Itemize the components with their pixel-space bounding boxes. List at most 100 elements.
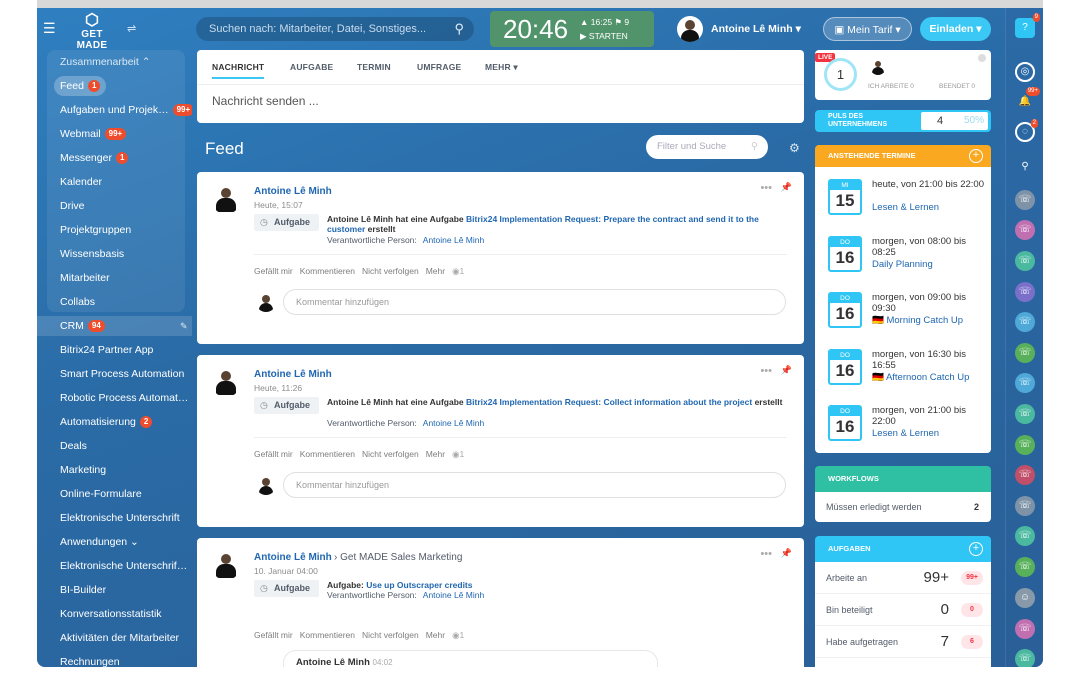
sidebar-item[interactable]: Webmail 99+ xyxy=(60,124,127,144)
tarif-button[interactable]: ▣ Mein Tarif ▾ xyxy=(823,17,912,41)
responsible-name[interactable]: Antoine Lê Minh xyxy=(423,418,484,428)
tasks-row[interactable]: Arbeite an 99+ 99+ xyxy=(815,562,991,594)
sidebar-item[interactable]: Marketing xyxy=(60,460,106,480)
contact-avatar[interactable]: ☏ xyxy=(1015,404,1035,424)
start-button[interactable]: ▶ STARTEN xyxy=(580,31,628,42)
sidebar-item[interactable]: Collabs xyxy=(60,292,95,312)
comment-link[interactable]: Kommentieren xyxy=(300,266,355,276)
filter-search-input[interactable]: Filter und Suche ⚲ xyxy=(646,135,768,159)
contact-avatar[interactable]: ☏ xyxy=(1015,343,1035,363)
task-link[interactable]: Bitrix24 Implementation Request: Collect… xyxy=(466,397,752,407)
sidebar-item[interactable]: Kalender xyxy=(60,172,102,192)
logo[interactable]: ⬡ GET MADE xyxy=(67,13,117,52)
more-link[interactable]: Mehr xyxy=(426,266,445,276)
more-icon[interactable]: ••• xyxy=(760,182,772,194)
contact-avatar[interactable]: ☏ xyxy=(1015,190,1035,210)
sidebar-item[interactable]: Deals xyxy=(60,436,87,456)
chat-icon[interactable]: ◌ 2 xyxy=(1015,119,1038,142)
worktime-clock[interactable]: 20:46 ▲ 16:25 ⚑ 9 ▶ STARTEN xyxy=(490,11,654,47)
more-icon[interactable]: ••• xyxy=(760,548,772,560)
event-title[interactable]: Daily Planning xyxy=(872,259,933,270)
event-title[interactable]: Lesen & Lernen xyxy=(872,428,939,439)
sidebar-item[interactable]: Drive xyxy=(60,196,85,216)
sidebar-item[interactable]: Aufgaben und Projek… 99+ xyxy=(60,100,192,120)
sidebar-item[interactable]: Projektgruppen xyxy=(60,220,131,240)
responsible-name[interactable]: Antoine Lê Minh xyxy=(423,235,484,245)
event-item[interactable]: DO 16 morgen, von 08:00 bis 08:25 Daily Pla… xyxy=(815,234,991,290)
sidebar-item[interactable]: Smart Process Automation xyxy=(60,364,184,384)
add-task-icon[interactable]: + xyxy=(969,542,983,556)
event-item[interactable]: MI 15 heute, von 21:00 bis 22:00 Lesen & Le… xyxy=(815,177,991,233)
contact-avatar[interactable]: ☏ xyxy=(1015,435,1035,455)
event-title[interactable]: 🇩🇪 Afternoon Catch Up xyxy=(872,372,969,383)
tab-nachricht[interactable]: NACHRICHT xyxy=(212,62,265,79)
event-item[interactable]: DO 16 morgen, von 21:00 bis 22:00 Lesen & L… xyxy=(815,403,991,459)
unfollow-link[interactable]: Nicht verfolgen xyxy=(362,266,419,276)
contact-avatar[interactable]: ☏ xyxy=(1015,557,1035,577)
workflows-row[interactable]: Müssen erledigt werden 2 xyxy=(815,492,991,522)
message-input[interactable]: Nachricht senden ... xyxy=(212,94,319,108)
sidebar-group-header[interactable]: Zusammenarbeit ⌃ xyxy=(60,52,151,72)
like-link[interactable]: Gefällt mir xyxy=(254,449,293,459)
author-avatar[interactable] xyxy=(211,184,241,214)
pin-icon[interactable]: 📌 xyxy=(781,548,792,559)
bell-icon[interactable]: 🔔 99+ xyxy=(1015,87,1040,112)
sidebar-item[interactable]: Feed 1 xyxy=(54,76,107,96)
sidebar-item[interactable]: Automatisierung 2 xyxy=(60,412,153,432)
comment-input[interactable]: Kommentar hinzufügen xyxy=(283,289,786,315)
contact-avatar[interactable]: ☏ xyxy=(1015,373,1035,393)
event-item[interactable]: DO 16 morgen, von 16:30 bis 16:55 🇩🇪 Aftern… xyxy=(815,347,991,403)
sidebar-item[interactable]: Elektronische Unterschrif… xyxy=(60,556,187,576)
gear-icon[interactable]: ⚙ xyxy=(789,141,800,155)
more-icon[interactable]: ••• xyxy=(760,365,772,377)
sidebar-item[interactable]: Rechnungen xyxy=(60,652,120,667)
live-widget[interactable]: LIVE 1 ICH ARBEITE 0 BEENDET 0 xyxy=(815,50,991,100)
post-date[interactable]: 10. Januar 04:00 xyxy=(254,566,318,576)
tab-aufgabe[interactable]: AUFGABE xyxy=(290,62,333,72)
event-item[interactable]: DO 16 morgen, von 09:00 bis 09:30 🇩🇪 Mornin… xyxy=(815,290,991,346)
help-icon[interactable] xyxy=(978,54,986,62)
more-link[interactable]: Mehr xyxy=(426,449,445,459)
tab-mehr[interactable]: MEHR ▾ xyxy=(485,62,518,73)
author-avatar[interactable] xyxy=(211,550,241,580)
tasks-row[interactable]: Habe aufgetragen 7 6 xyxy=(815,626,991,658)
settings-sliders-icon[interactable]: ⇌ xyxy=(127,22,136,35)
sidebar-item[interactable]: Online-Formulare xyxy=(60,484,142,504)
comment-author[interactable]: Antoine Lê Minh xyxy=(296,657,370,667)
search-icon[interactable]: ⚲ xyxy=(454,17,464,41)
task-link[interactable]: Use up Outscraper credits xyxy=(366,580,472,590)
search-input[interactable]: Suchen nach: Mitarbeiter, Datei, Sonstig… xyxy=(196,17,474,41)
contact-avatar[interactable]: ☏ xyxy=(1015,619,1035,639)
contact-avatar[interactable]: ☏ xyxy=(1015,282,1035,302)
sidebar-item[interactable]: Messenger 1 xyxy=(60,148,129,168)
contact-avatar[interactable]: ☏ xyxy=(1015,465,1035,485)
tab-termin[interactable]: TERMIN xyxy=(357,62,391,72)
comment-link[interactable]: Kommentieren xyxy=(300,630,355,640)
menu-icon[interactable]: ☰ xyxy=(43,21,56,35)
sidebar-item[interactable]: Anwendungen ⌄ xyxy=(60,532,139,552)
responsible-name[interactable]: Antoine Lê Minh xyxy=(423,590,484,600)
add-event-icon[interactable]: + xyxy=(969,149,983,163)
pin-icon[interactable]: 📌 xyxy=(781,365,792,376)
contact-avatar[interactable]: ☺ xyxy=(1015,588,1035,608)
sidebar-item[interactable]: Wissensbasis xyxy=(60,244,124,264)
company-pulse[interactable]: PULS DES UNTERNEHMENS 4 50% xyxy=(815,110,991,132)
comment-link[interactable]: Kommentieren xyxy=(300,449,355,459)
like-link[interactable]: Gefällt mir xyxy=(254,266,293,276)
contact-avatar[interactable]: ☏ xyxy=(1015,220,1035,240)
invite-button[interactable]: Einladen ▾ xyxy=(920,17,991,41)
sidebar-item[interactable]: Bitrix24 Partner App xyxy=(60,340,153,360)
tasks-row[interactable]: Bin beteiligt 0 0 xyxy=(815,594,991,626)
unfollow-link[interactable]: Nicht verfolgen xyxy=(362,449,419,459)
comment-input[interactable]: Kommentar hinzufügen xyxy=(283,472,786,498)
sidebar-item[interactable]: Aktivitäten der Mitarbeiter xyxy=(60,628,179,648)
event-title[interactable]: 🇩🇪 Morning Catch Up xyxy=(872,315,963,326)
contact-avatar[interactable]: ☏ xyxy=(1015,312,1035,332)
contact-avatar[interactable]: ☏ xyxy=(1015,251,1035,271)
event-title[interactable]: Lesen & Lernen xyxy=(872,202,939,213)
copilot-icon[interactable]: ◎ xyxy=(1015,62,1035,82)
contact-avatar[interactable]: ☏ xyxy=(1015,526,1035,546)
sidebar-item[interactable]: Konversationsstatistik xyxy=(60,604,162,624)
search-icon[interactable]: ⚲ xyxy=(1015,157,1035,177)
help-icon[interactable]: ? 9 xyxy=(1015,13,1040,38)
